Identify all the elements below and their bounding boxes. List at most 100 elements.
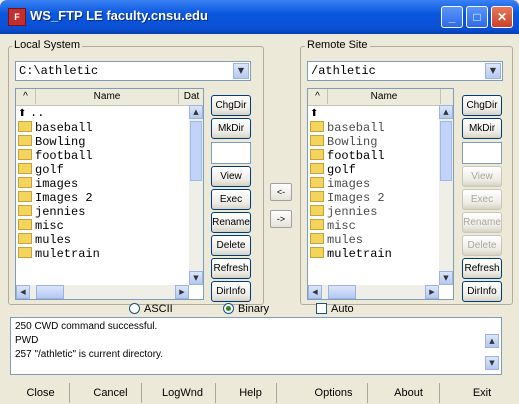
folder-icon xyxy=(18,205,32,216)
folder-icon xyxy=(18,191,32,202)
remote-path-combo[interactable]: /athletic ▼ xyxy=(307,61,503,81)
remote-delete-button[interactable]: Delete xyxy=(462,235,502,256)
remote-row[interactable]: jennies xyxy=(310,205,377,219)
remote-list-header: ^ Name xyxy=(308,89,453,106)
folder-icon xyxy=(310,149,324,160)
exit-button[interactable]: Exit xyxy=(456,383,508,403)
logwnd-button[interactable]: LogWnd xyxy=(150,383,216,403)
remote-view-button[interactable]: View xyxy=(462,166,502,187)
remote-row[interactable]: football xyxy=(310,149,385,163)
options-button[interactable]: Options xyxy=(300,383,368,403)
title-bar[interactable]: F WS_FTP LE faculty.cnsu.edu _ □ ✕ xyxy=(0,0,519,34)
local-row[interactable]: mules xyxy=(18,233,71,247)
ascii-radio[interactable]: ASCII xyxy=(129,303,173,315)
remote-mkdir-button[interactable]: MkDir xyxy=(462,118,502,139)
radio-selected-icon xyxy=(223,303,234,314)
remote-col-sort[interactable]: ^ xyxy=(308,89,328,104)
chevron-down-icon[interactable]: ▼ xyxy=(233,63,249,79)
folder-icon xyxy=(310,205,324,216)
local-row[interactable]: jennies xyxy=(18,205,85,219)
scroll-up-icon[interactable]: ▲ xyxy=(189,105,203,119)
scroll-up-icon[interactable]: ▲ xyxy=(485,334,499,348)
remote-filter-input[interactable] xyxy=(462,142,502,164)
remote-col-name[interactable]: Name xyxy=(328,89,441,104)
remote-row[interactable]: baseball xyxy=(310,121,385,135)
scroll-left-icon[interactable]: ◀ xyxy=(16,285,30,299)
local-vertical-scrollbar[interactable]: ▲ ▼ xyxy=(189,105,203,285)
remote-row[interactable]: Images 2 xyxy=(310,191,385,205)
local-row[interactable]: images xyxy=(18,177,78,191)
scroll-thumb[interactable] xyxy=(36,285,64,299)
remote-row[interactable]: images xyxy=(310,177,370,191)
local-exec-button[interactable]: Exec xyxy=(211,189,251,210)
local-list-header: ^ Name Dat xyxy=(16,89,203,106)
local-horizontal-scrollbar[interactable]: ◀ ▶ xyxy=(16,285,189,299)
scroll-thumb[interactable] xyxy=(328,285,356,299)
scroll-thumb[interactable] xyxy=(440,121,452,181)
window-title: WS_FTP LE faculty.cnsu.edu xyxy=(30,8,208,23)
remote-vertical-scrollbar[interactable]: ▲ ▼ xyxy=(439,105,453,285)
scroll-up-icon[interactable]: ▲ xyxy=(439,105,453,119)
minimize-button[interactable]: _ xyxy=(441,6,463,28)
local-row[interactable]: muletrain xyxy=(18,247,100,261)
binary-radio[interactable]: Binary xyxy=(223,303,269,315)
remote-refresh-button[interactable]: Refresh xyxy=(462,258,502,279)
cancel-button[interactable]: Cancel xyxy=(80,383,142,403)
local-col-date[interactable]: Dat xyxy=(179,89,203,104)
remote-row[interactable]: mules xyxy=(310,233,363,247)
scroll-down-icon[interactable]: ▼ xyxy=(485,356,499,370)
local-filter-input[interactable] xyxy=(211,142,251,164)
scroll-down-icon[interactable]: ▼ xyxy=(189,271,203,285)
auto-checkbox[interactable]: Auto xyxy=(316,303,354,315)
remote-exec-button[interactable]: Exec xyxy=(462,189,502,210)
scroll-right-icon[interactable]: ▶ xyxy=(425,285,439,299)
log-line: 257 "/athletic" is current directory. xyxy=(15,349,164,360)
local-row[interactable]: football xyxy=(18,149,93,163)
upload-arrow-button[interactable]: -> xyxy=(270,210,292,228)
local-dirinfo-button[interactable]: DirInfo xyxy=(211,281,251,302)
remote-row[interactable]: golf xyxy=(310,163,356,177)
close-button[interactable]: Close xyxy=(12,383,70,403)
scroll-left-icon[interactable]: ◀ xyxy=(308,285,322,299)
maximize-button[interactable]: □ xyxy=(466,6,488,28)
local-view-button[interactable]: View xyxy=(211,166,251,187)
folder-icon xyxy=(310,135,324,146)
remote-chgdir-button[interactable]: ChgDir xyxy=(462,95,502,116)
local-row[interactable]: Images 2 xyxy=(18,191,93,205)
local-row[interactable]: Bowling xyxy=(18,135,85,149)
remote-rename-button[interactable]: Rename xyxy=(462,212,502,233)
local-rename-button[interactable]: Rename xyxy=(211,212,251,233)
local-delete-button[interactable]: Delete xyxy=(211,235,251,256)
radio-circle-icon xyxy=(129,303,140,314)
local-row[interactable]: golf xyxy=(18,163,64,177)
folder-icon xyxy=(310,247,324,258)
scroll-thumb[interactable] xyxy=(190,121,202,181)
local-col-sort[interactable]: ^ xyxy=(16,89,36,104)
local-file-list[interactable]: ^ Name Dat ⬆.. baseball Bowling football… xyxy=(15,88,204,300)
scroll-down-icon[interactable]: ▼ xyxy=(439,271,453,285)
local-row-up[interactable]: ⬆.. xyxy=(18,107,44,120)
local-row[interactable]: misc xyxy=(18,219,64,233)
local-row[interactable]: baseball xyxy=(18,121,93,135)
local-col-name[interactable]: Name xyxy=(36,89,179,104)
local-refresh-button[interactable]: Refresh xyxy=(211,258,251,279)
remote-site-label: Remote Site xyxy=(305,39,370,51)
help-button[interactable]: Help xyxy=(225,383,277,403)
remote-row-up[interactable]: ⬆ xyxy=(310,107,322,120)
remote-horizontal-scrollbar[interactable]: ◀ ▶ xyxy=(308,285,439,299)
scroll-right-icon[interactable]: ▶ xyxy=(175,285,189,299)
remote-file-list[interactable]: ^ Name ⬆ baseball Bowling football golf … xyxy=(307,88,454,300)
local-chgdir-button[interactable]: ChgDir xyxy=(211,95,251,116)
local-path-combo[interactable]: C:\athletic ▼ xyxy=(15,61,251,81)
message-log[interactable]: 250 CWD command successful. PWD 257 "/at… xyxy=(10,317,502,375)
about-button[interactable]: About xyxy=(378,383,440,403)
close-window-button[interactable]: ✕ xyxy=(491,6,513,28)
local-path-value: C:\athletic xyxy=(19,64,99,78)
remote-dirinfo-button[interactable]: DirInfo xyxy=(462,281,502,302)
download-arrow-button[interactable]: <- xyxy=(270,183,292,201)
remote-row[interactable]: Bowling xyxy=(310,135,377,149)
chevron-down-icon[interactable]: ▼ xyxy=(485,63,501,79)
local-mkdir-button[interactable]: MkDir xyxy=(211,118,251,139)
remote-row[interactable]: misc xyxy=(310,219,356,233)
remote-row[interactable]: muletrain xyxy=(310,247,392,261)
